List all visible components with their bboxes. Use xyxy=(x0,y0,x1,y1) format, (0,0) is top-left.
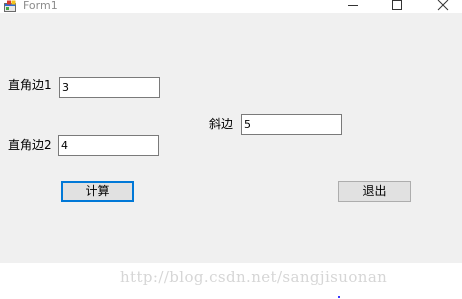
exit-button[interactable]: 退出 xyxy=(338,181,411,202)
winforms-app-icon xyxy=(4,0,16,12)
calculate-button[interactable]: 计算 xyxy=(61,181,134,202)
leg2-input[interactable]: 4 xyxy=(58,135,159,156)
form-window: Form1 直角边1 3 直角边2 4 斜边 5 计算 退出 xyxy=(0,0,462,263)
leg1-label: 直角边1 xyxy=(8,78,52,92)
title-bar[interactable]: Form1 xyxy=(0,0,462,13)
maximize-icon[interactable] xyxy=(388,0,406,13)
artifact-dot xyxy=(338,296,340,298)
leg1-input[interactable]: 3 xyxy=(59,77,160,98)
window-title: Form1 xyxy=(23,0,58,12)
minimize-icon[interactable] xyxy=(344,0,362,13)
hypotenuse-label: 斜边 xyxy=(209,117,234,131)
hypotenuse-input[interactable]: 5 xyxy=(241,114,342,135)
leg2-label: 直角边2 xyxy=(8,138,52,152)
close-icon[interactable] xyxy=(434,0,452,13)
watermark-text: http://blog.csdn.net/sangjisuonan xyxy=(120,268,388,286)
